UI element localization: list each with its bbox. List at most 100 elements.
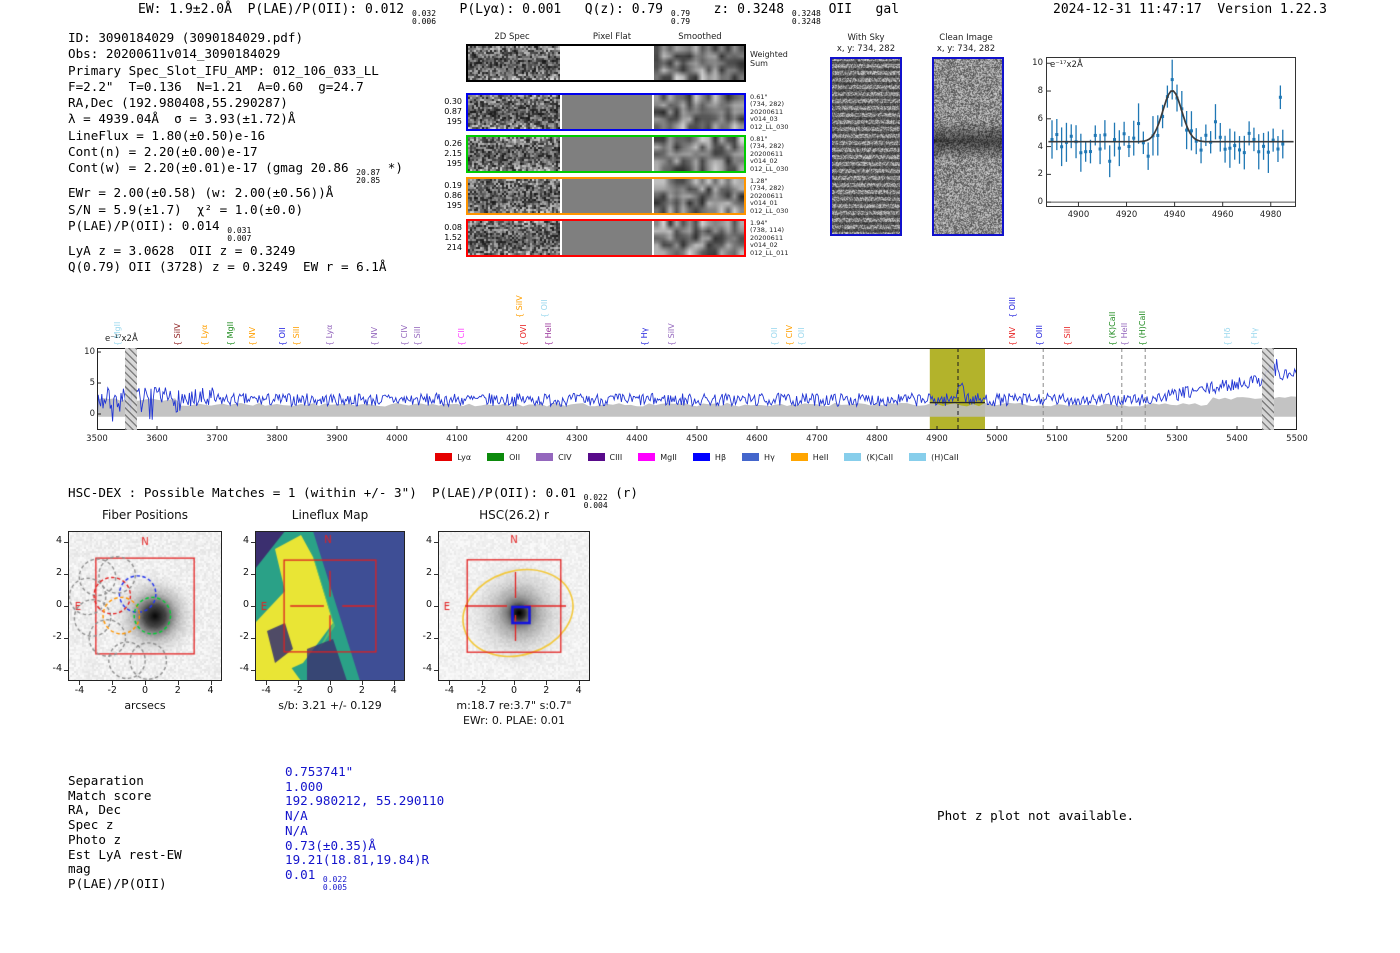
data-point (1257, 150, 1261, 154)
legend-label: HeII (812, 452, 829, 462)
x-tick-label: -4 (444, 685, 455, 696)
panel-image (438, 531, 590, 681)
y-tick-label: 0 (1037, 197, 1043, 208)
text-segment: OII gal (820, 2, 900, 17)
spec2d-col-title: 2D Spec (494, 32, 530, 42)
x-tick-label: 3900 (326, 434, 348, 444)
x-tick-label: 5500 (1286, 434, 1308, 444)
sub-value: 0.006 (411, 17, 437, 26)
sub-value: 0.79 (670, 17, 691, 26)
data-point (1281, 142, 1285, 146)
spec2d-row-frame (466, 44, 746, 82)
x-tick-label: 2 (358, 685, 365, 696)
spec2d-row-frame (466, 135, 746, 173)
weight-value: 195 (446, 117, 462, 126)
legend-swatch (487, 453, 505, 461)
data-point (1252, 137, 1256, 141)
legend-swatch (844, 453, 862, 461)
data-point (1233, 144, 1237, 148)
text-segment: S/N = 5.9(±1.7) χ² = 1.0(±0.0) (68, 201, 304, 217)
x-tick-label: 4960 (1211, 210, 1234, 220)
line-label-Hδ: { Hδ (1223, 327, 1232, 346)
annotation-line: 012_LL_011 (750, 248, 789, 257)
full-spectrum-plot: { MgII{ SiIV{ Lyα{ MgII{ NV{ OII{ SiII{ … (84, 260, 1320, 472)
data-point (1108, 159, 1112, 163)
data-point (1127, 145, 1131, 149)
data-point (1278, 95, 1282, 99)
match-table-values: 0.753741" 1.000 192.980212, 55.290110 N/A N/… (285, 764, 444, 892)
sup-sub-stack: 0.79 0.79 (671, 10, 690, 26)
info-line: EWr = 2.00(±0.58) (w: 2.00(±0.56))Å (68, 185, 403, 201)
legend-label: Hβ (714, 452, 727, 462)
x-tick-label: -2 (107, 685, 117, 696)
sky-image-frame (932, 57, 1004, 236)
weighted-sum-label: Weighted Sum (750, 50, 788, 68)
spec2d-row-weights: 0.19 0.86 195 (420, 181, 462, 211)
legend-label: MgII (660, 452, 677, 462)
data-point (1262, 144, 1266, 148)
y-tick-label: -2 (422, 630, 432, 642)
y-tick (64, 637, 68, 639)
legend-item: CIV (536, 453, 572, 462)
weight-value: 0.26 (444, 139, 462, 148)
y-tick-label: 2 (55, 567, 62, 579)
info-line: S/N = 5.9(±1.7) χ² = 1.0(±0.0) (68, 202, 403, 218)
x-tick-label: -4 (261, 685, 271, 696)
match-row-value: 1.000 (285, 779, 444, 795)
y-tick-label: 5 (89, 378, 95, 389)
axes-frame (97, 348, 1297, 430)
x-tick-label: 0 (326, 685, 334, 696)
legend-label: (H)CaII (931, 452, 959, 462)
match-row-label: P(LAE)/P(OII) (68, 875, 167, 891)
y-tick-label: 6 (1037, 113, 1043, 124)
smoothed-image (654, 46, 744, 80)
y-tick (434, 637, 438, 639)
match-row-value: 0.73(±0.35)Å (285, 838, 444, 854)
data-point (1266, 150, 1270, 154)
match-value-text: 19.21(18.81,19.84)R (285, 852, 430, 868)
match-value-text: N/A (285, 808, 308, 824)
text-segment: z: 0.3248 (690, 2, 792, 17)
info-line: λ = 4939.04Å σ = 3.93(±1.72)Å (68, 111, 403, 127)
line-label-Lyα: { Lyα (324, 324, 334, 346)
y-tick (251, 542, 255, 544)
data-point (1103, 133, 1107, 137)
data-point (1238, 148, 1242, 152)
y-tick (64, 606, 68, 607)
sup-sub-stack: 20.87 20.85 (356, 169, 380, 185)
line-label-NV: { NV (1008, 326, 1018, 346)
match-row-label: Photo z (68, 831, 122, 847)
legend-label: OII (509, 452, 521, 462)
panel-xlabel: m:18.7 re:3.7" s:0.7" (456, 699, 572, 712)
x-tick-label: 0 (141, 685, 149, 696)
noise-image (934, 59, 1002, 234)
line-label-Hγ: { Hγ (639, 327, 649, 346)
legend-item: Hγ (742, 453, 775, 462)
spec2d-row-weights: 0.08 1.52 214 (420, 223, 462, 253)
spec2d-row-weights: 0.26 2.15 195 (420, 139, 462, 169)
data-point (1228, 146, 1232, 150)
smoothed-image (654, 179, 744, 213)
sky-image-frame (830, 57, 902, 236)
data-point (1146, 154, 1150, 158)
noise-image (468, 179, 560, 213)
text-segment: ID: 3090184029 (3090184029.pdf) (68, 30, 304, 45)
weight-value: 0.08 (444, 223, 462, 232)
y-tick-label: -2 (52, 630, 62, 642)
y-tick-label: 4 (242, 535, 249, 547)
weight-value: 195 (446, 201, 462, 210)
x-tick-label: -2 (476, 685, 487, 696)
hatched-band (1261, 348, 1275, 430)
data-point (1247, 131, 1251, 135)
x-tick-label: 5200 (1106, 434, 1128, 444)
data-point (1122, 132, 1126, 136)
y-tick-label: 0 (425, 599, 432, 610)
x-tick-label: 5300 (1166, 434, 1188, 444)
sub-value: 0.007 (227, 233, 252, 243)
y-tick-label: 2 (425, 567, 432, 579)
pixel-flat-image (562, 46, 652, 80)
x-tick-label: 4200 (506, 434, 528, 444)
smoothed-image (654, 95, 744, 129)
text-segment: P(Lyα): 0.001 Q(z): 0.79 (436, 2, 671, 17)
sky-image-panels: With Sky x, y: 734, 282 Clean Image x, y: 7… (815, 30, 1030, 245)
